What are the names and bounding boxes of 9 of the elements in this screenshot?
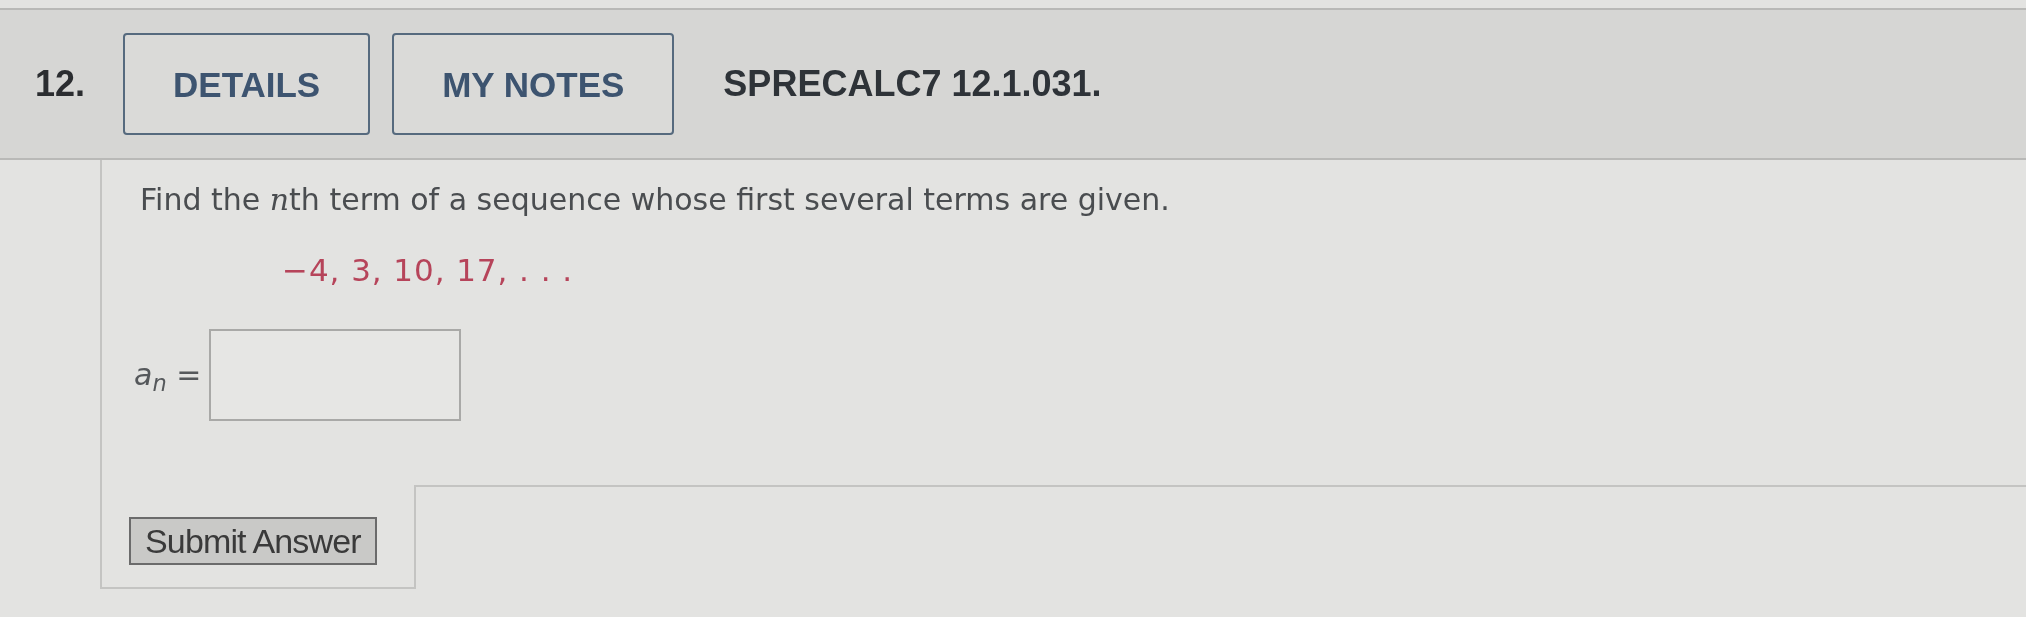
question-number: 12. <box>35 66 86 102</box>
sequence-terms: −4, 3, 10, 17, . . . <box>282 251 573 289</box>
question-prompt: Find the nth term of a sequence whose first several terms are given. <box>140 182 1170 218</box>
answer-label: a$_{n}$ = <box>134 357 202 393</box>
answer-field[interactable] <box>209 329 462 421</box>
header-button[interactable]: DETAILS <box>123 33 371 135</box>
submit-answer-button[interactable]: Submit Answer <box>129 517 377 565</box>
problem-code: SPRECALC7 12.1.031. <box>723 66 1102 102</box>
header-button[interactable]: MY NOTES <box>392 33 675 135</box>
